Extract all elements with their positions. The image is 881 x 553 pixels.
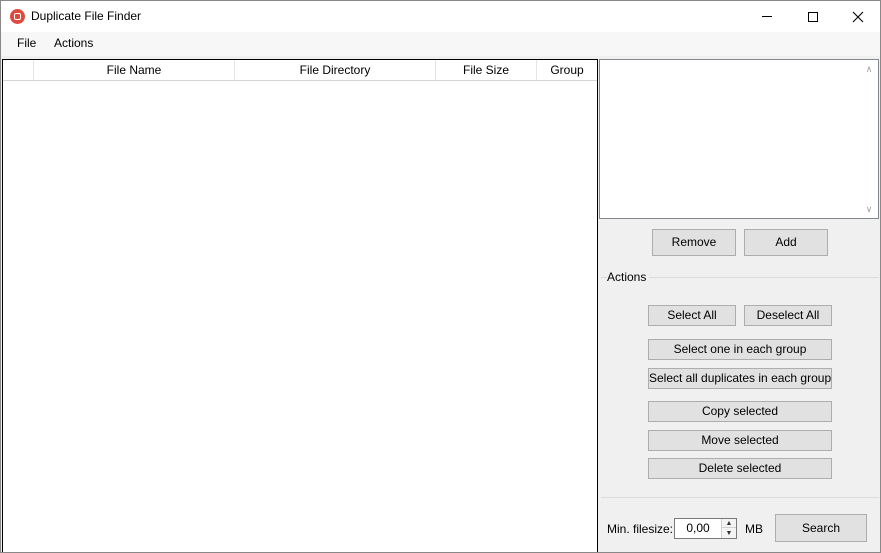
menu-bar: File Actions [1, 32, 880, 56]
remove-button[interactable]: Remove [652, 229, 736, 256]
title-bar: Duplicate File Finder [1, 1, 880, 32]
stepper-up-icon[interactable]: ▲ [722, 519, 736, 528]
add-button[interactable]: Add [744, 229, 828, 256]
search-divider [601, 497, 879, 498]
minimize-button[interactable] [744, 1, 790, 32]
close-icon [852, 11, 864, 22]
stepper-down-icon[interactable]: ▼ [722, 529, 736, 538]
move-selected-button[interactable]: Move selected [648, 430, 832, 451]
directory-list-scrollbar[interactable]: ∧ ∨ [861, 60, 878, 218]
search-button[interactable]: Search [775, 514, 867, 542]
actions-group-label: Actions [607, 270, 650, 284]
duplicate-files-list[interactable]: File Name File Directory File Size Group [2, 59, 598, 552]
column-header-group[interactable]: Group [537, 60, 597, 80]
column-header-file-name[interactable]: File Name [34, 60, 235, 80]
delete-selected-button[interactable]: Delete selected [648, 458, 832, 479]
column-header-file-size[interactable]: File Size [436, 60, 537, 80]
min-filesize-label: Min. filesize: [607, 522, 674, 536]
select-all-duplicates-button[interactable]: Select all duplicates in each group [648, 368, 832, 389]
deselect-all-button[interactable]: Deselect All [744, 305, 832, 326]
stepper-buttons: ▲ ▼ [721, 519, 736, 538]
column-header-file-directory[interactable]: File Directory [235, 60, 436, 80]
scroll-up-icon[interactable]: ∧ [864, 64, 874, 74]
filesize-unit-label: MB [745, 522, 763, 536]
column-header-select[interactable] [3, 60, 34, 80]
directory-list[interactable]: ∧ ∨ [599, 59, 879, 219]
window-title: Duplicate File Finder [31, 9, 142, 23]
copy-selected-button[interactable]: Copy selected [648, 401, 832, 422]
min-filesize-value[interactable]: 0,00 [675, 519, 721, 538]
app-window: Duplicate File Finder File Actions File … [0, 0, 881, 553]
select-all-button[interactable]: Select All [648, 305, 736, 326]
min-filesize-stepper[interactable]: 0,00 ▲ ▼ [674, 518, 737, 539]
list-header: File Name File Directory File Size Group [3, 60, 597, 81]
minimize-icon [762, 16, 772, 17]
select-one-per-group-button[interactable]: Select one in each group [648, 339, 832, 360]
menu-file[interactable]: File [14, 36, 39, 50]
close-button[interactable] [835, 1, 880, 32]
app-logo-icon [10, 9, 25, 24]
scroll-down-icon[interactable]: ∨ [864, 204, 874, 214]
maximize-icon [808, 11, 818, 22]
menu-actions[interactable]: Actions [51, 36, 96, 50]
maximize-button[interactable] [790, 1, 836, 32]
